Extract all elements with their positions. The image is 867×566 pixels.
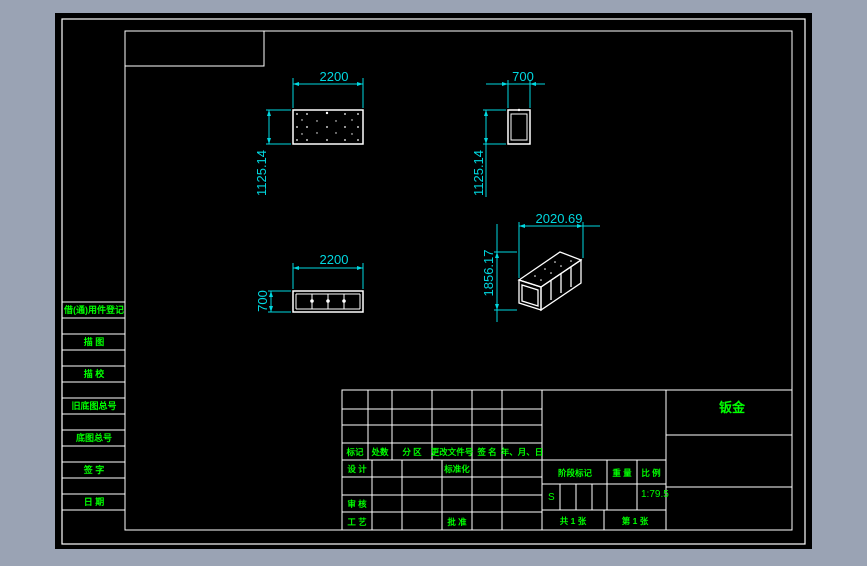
- standardization-label: 标准化: [443, 464, 470, 474]
- approve-label: 批 准: [447, 517, 467, 527]
- left-label-trace-check: 描 校: [84, 368, 106, 379]
- drawing-canvas: 借(通)用件登记 描 图 描 校 旧底图总号 底图总号 签 字 日 期 2200…: [55, 13, 812, 549]
- left-label-old-base: 旧底图总号: [71, 400, 116, 411]
- review-label: 审 核: [347, 499, 367, 509]
- stage-value: S: [548, 492, 555, 503]
- top-width-dimension: 2200: [320, 252, 349, 267]
- iso-height-dimension: 1856.17: [481, 250, 496, 297]
- iso-length-dimension: 2020.69: [536, 211, 583, 226]
- sheet-background: [55, 13, 812, 549]
- cad-viewport: 借(通)用件登记 描 图 描 校 旧底图总号 底图总号 签 字 日 期 2200…: [0, 0, 867, 562]
- stage-mark-label: 阶段标记: [558, 468, 593, 478]
- rev-header-count: 处数: [370, 447, 389, 457]
- rev-header-signature: 签 名: [476, 447, 496, 457]
- scale-label: 比 例: [641, 468, 661, 478]
- top-height-dimension: 700: [255, 290, 270, 312]
- rev-header-zone: 分 区: [402, 447, 422, 457]
- left-label-base: 底图总号: [76, 432, 112, 443]
- side-width-dimension: 700: [512, 69, 534, 84]
- rev-header-change-doc: 更改文件号: [431, 447, 474, 457]
- left-label-trace: 描 图: [84, 336, 105, 347]
- sheet-number: 第 1 张: [622, 516, 649, 526]
- left-label-borrow: 借(通)用件登记: [63, 304, 124, 315]
- front-width-dimension: 2200: [320, 69, 349, 84]
- weight-label: 重 量: [612, 468, 632, 478]
- rev-header-mark: 标记: [345, 447, 364, 457]
- left-label-date: 日 期: [84, 496, 105, 507]
- side-height-dimension: 1125.14: [471, 150, 486, 196]
- process-label: 工 艺: [347, 517, 367, 527]
- front-height-dimension: 1125.14: [254, 150, 269, 196]
- scale-value: 1:79.5: [641, 489, 669, 500]
- design-label: 设 计: [347, 464, 367, 474]
- sheets-total: 共 1 张: [560, 516, 587, 526]
- drawing-name: 钣金: [719, 400, 746, 415]
- left-label-sign: 签 字: [83, 464, 105, 475]
- rev-header-date: 年、月、日: [501, 447, 544, 457]
